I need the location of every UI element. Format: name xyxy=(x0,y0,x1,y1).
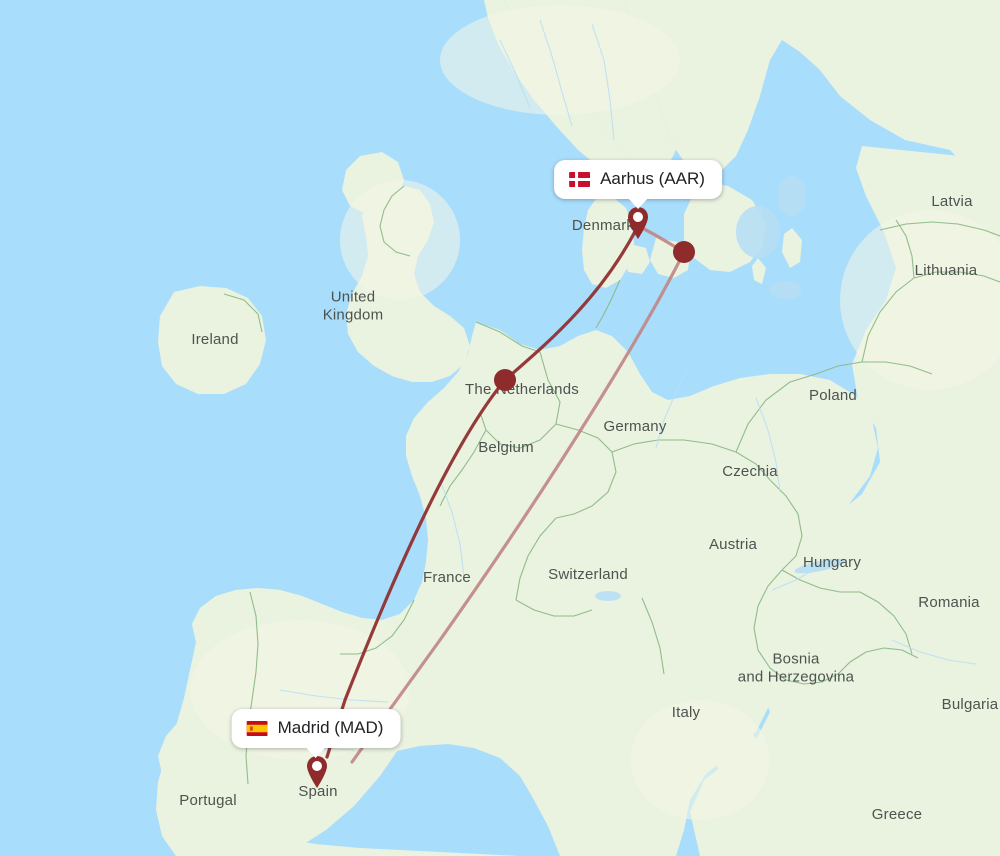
pin-hole-aarhus xyxy=(633,212,643,222)
callout-origin-label: Aarhus (AAR) xyxy=(600,169,705,188)
route-aarhus-madrid-direct[interactable] xyxy=(325,224,640,759)
airport-pin-madrid[interactable] xyxy=(304,755,330,789)
pin-body-aarhus xyxy=(628,207,648,239)
flag-spain-icon xyxy=(246,720,268,736)
flight-route-map[interactable]: Ireland United Kingdom Denmark The Netherlan… xyxy=(0,0,1000,856)
callout-destination-label: Madrid (MAD) xyxy=(277,718,384,737)
airport-pin-aarhus[interactable] xyxy=(625,206,651,240)
route-layer xyxy=(325,224,687,764)
route-aarhus-copenhagen-madrid[interactable] xyxy=(350,224,687,764)
pin-body-madrid xyxy=(307,756,327,788)
callout-destination-tail xyxy=(304,746,327,758)
flag-denmark-icon xyxy=(569,171,591,187)
pin-hole-madrid xyxy=(312,761,322,771)
callout-origin-tail xyxy=(627,197,649,209)
waypoint-amsterdam[interactable] xyxy=(494,369,516,391)
callout-destination-madrid[interactable]: Madrid (MAD) xyxy=(231,709,401,758)
waypoint-copenhagen[interactable] xyxy=(673,241,695,263)
callout-origin-aarhus[interactable]: Aarhus (AAR) xyxy=(554,160,722,209)
